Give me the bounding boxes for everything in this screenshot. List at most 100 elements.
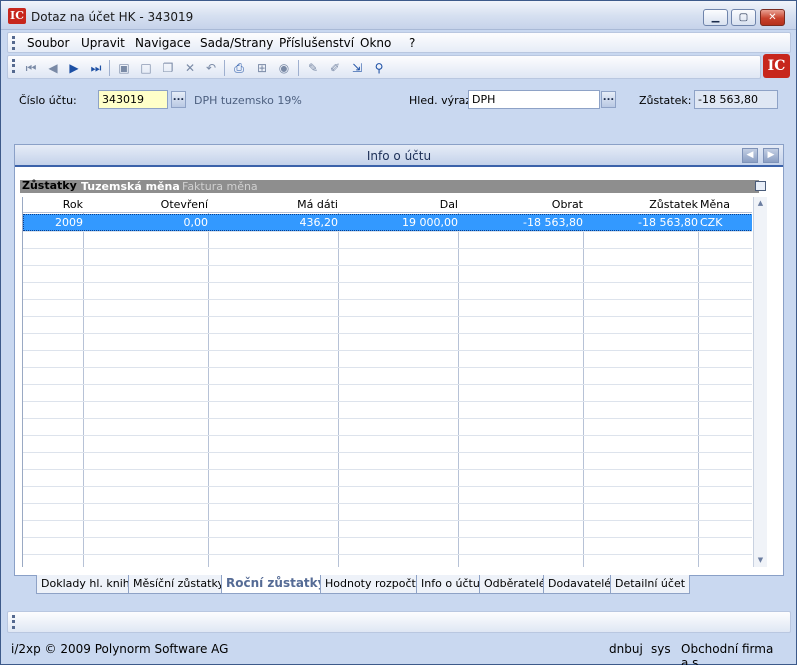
row-separator <box>23 520 752 521</box>
column-divider <box>458 197 459 567</box>
close-button[interactable]: ✕ <box>760 9 785 26</box>
row-separator <box>23 248 752 249</box>
cell-otevreni: 0,00 <box>183 216 209 229</box>
column-divider <box>208 197 209 567</box>
print-icon[interactable]: ⎙ <box>231 60 247 76</box>
new-record-icon[interactable]: □ <box>138 60 154 76</box>
title-bar[interactable]: IC Dotaz na účet HK - 343019 ▁ ▢ ✕ <box>1 1 796 30</box>
tree-icon[interactable]: ⊞ <box>254 60 270 76</box>
user-name: dnbuj <box>609 642 643 656</box>
menu-soubor[interactable]: Soubor <box>27 36 69 50</box>
app-logo-icon: IC <box>8 8 26 24</box>
col-header-obrat[interactable]: Obrat <box>552 198 583 211</box>
row-separator <box>23 367 752 368</box>
footer: i/2xp © 2009 Polynorm Software AG dnbuj … <box>1 639 796 665</box>
menu-grip-icon <box>12 36 15 50</box>
row-separator <box>23 503 752 504</box>
row-separator <box>23 384 752 385</box>
cell-dal: 19 000,00 <box>402 216 458 229</box>
row-separator <box>23 469 752 470</box>
col-header-mena[interactable]: Měna <box>700 198 730 211</box>
row-separator <box>23 350 752 351</box>
column-divider <box>338 197 339 567</box>
first-record-icon[interactable]: ⏮ <box>23 60 39 76</box>
panel-next-icon[interactable]: ▶ <box>763 148 779 163</box>
panel-header: Info o účtu ◀ ▶ <box>15 145 783 167</box>
menu-help[interactable]: ? <box>409 36 415 50</box>
row-separator <box>23 452 752 453</box>
tab-dodavatele[interactable]: Dodavatelé <box>543 575 617 594</box>
balances-grid: Rok Otevření Má dáti Dal Obrat Zůstatek … <box>22 197 752 567</box>
previous-record-icon[interactable]: ◀ <box>45 60 61 76</box>
col-header-ma-dati[interactable]: Má dáti <box>297 198 338 211</box>
copy-icon[interactable]: ❐ <box>160 60 176 76</box>
search-input[interactable]: DPH <box>468 90 600 109</box>
tab-info-o-uctu[interactable]: Info o účtu <box>416 575 485 594</box>
row-separator <box>23 418 752 419</box>
row-separator <box>23 316 752 317</box>
tab-rocni-zustatky[interactable]: Roční zůstatky <box>221 575 331 594</box>
col-header-otevreni[interactable]: Otevření <box>161 198 208 211</box>
account-label: Číslo účtu: <box>19 94 77 107</box>
toolbar-grip-icon <box>12 59 15 73</box>
delete-icon[interactable]: ✕ <box>182 60 198 76</box>
menu-upravit[interactable]: Upravit <box>81 36 125 50</box>
col-header-zustatek[interactable]: Zůstatek <box>649 198 698 211</box>
grid-options-icon[interactable] <box>755 181 766 191</box>
row-separator <box>23 299 752 300</box>
tab-doklady-hl-knihy[interactable]: Doklady hl. knihy <box>36 575 142 594</box>
cell-mena: CZK <box>700 216 723 229</box>
status-toolbar <box>7 611 791 633</box>
account-lookup-button[interactable]: ... <box>171 91 186 108</box>
status-grip-icon <box>12 615 15 629</box>
row-separator <box>23 401 752 402</box>
table-row[interactable]: 2009 0,00 436,20 19 000,00 -18 563,80 -1… <box>23 214 752 231</box>
info-panel: Info o účtu ◀ ▶ Zůstatky Tuzemská měna F… <box>14 144 784 576</box>
scroll-down-icon[interactable]: ▼ <box>754 554 767 566</box>
col-header-rok[interactable]: Rok <box>63 198 83 211</box>
menu-prislusenstvi[interactable]: Příslušenství <box>279 36 354 50</box>
toolbar-separator <box>109 60 110 76</box>
balance-field: -18 563,80 <box>694 90 778 109</box>
account-number-field[interactable]: 343019 <box>98 90 168 109</box>
cell-rok: 2009 <box>55 216 83 229</box>
cell-obrat: -18 563,80 <box>523 216 583 229</box>
row-separator <box>23 435 752 436</box>
tab-mesicni-zustatky[interactable]: Měsíční zůstatky <box>128 575 229 594</box>
edit-icon[interactable]: ✎ <box>305 60 321 76</box>
minimize-button[interactable]: ▁ <box>703 9 728 26</box>
tab-hodnoty-rozpoctu[interactable]: Hodnoty rozpočtu <box>320 575 428 594</box>
vertical-scrollbar[interactable]: ▲ ▼ <box>753 197 767 567</box>
filter-icon[interactable]: ⚲ <box>371 60 387 76</box>
menu-sada-strany[interactable]: Sada/Strany <box>200 36 273 50</box>
menu-bar: Soubor Upravit Navigace Sada/Strany Přís… <box>7 32 791 53</box>
last-record-icon[interactable]: ⏭ <box>88 60 104 76</box>
account-description: DPH tuzemsko 19% <box>194 94 302 107</box>
row-separator <box>23 554 752 555</box>
tab-odberatele[interactable]: Odběratelé <box>479 575 551 594</box>
undo-icon[interactable]: ↶ <box>203 60 219 76</box>
cell-ma-dati: 436,20 <box>299 216 339 229</box>
column-divider <box>698 197 699 567</box>
export-icon[interactable]: ⇲ <box>349 60 365 76</box>
app-window: IC Dotaz na účet HK - 343019 ▁ ▢ ✕ Soubo… <box>0 0 797 665</box>
panel-prev-icon[interactable]: ◀ <box>742 148 758 163</box>
balances-section-label: Zůstatky <box>22 179 77 192</box>
row-separator <box>23 537 752 538</box>
maximize-button[interactable]: ▢ <box>731 9 756 26</box>
subtab-domestic-currency[interactable]: Tuzemská měna <box>81 180 180 193</box>
menu-navigace[interactable]: Navigace <box>135 36 191 50</box>
search-lookup-button[interactable]: ... <box>601 91 616 108</box>
scroll-up-icon[interactable]: ▲ <box>754 197 767 209</box>
tab-detailni-ucet[interactable]: Detailní účet <box>610 575 691 594</box>
row-separator <box>23 231 752 232</box>
panel-title: Info o účtu <box>366 149 432 163</box>
save-icon[interactable]: ▣ <box>116 60 132 76</box>
menu-okno[interactable]: Okno <box>360 36 391 50</box>
next-record-icon[interactable]: ▶ <box>66 60 82 76</box>
col-header-dal[interactable]: Dal <box>440 198 458 211</box>
subtab-invoice-currency[interactable]: Faktura měna <box>182 180 258 193</box>
globe-icon[interactable]: ◉ <box>276 60 292 76</box>
company-name: Obchodní firma a.s. <box>681 642 774 665</box>
highlight-icon[interactable]: ✐ <box>327 60 343 76</box>
